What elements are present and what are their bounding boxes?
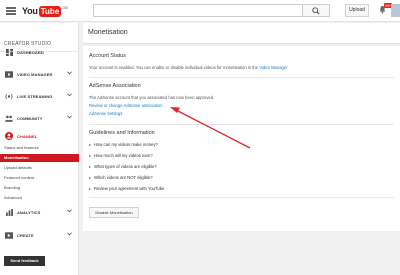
annotation-arrow-icon	[170, 107, 251, 149]
